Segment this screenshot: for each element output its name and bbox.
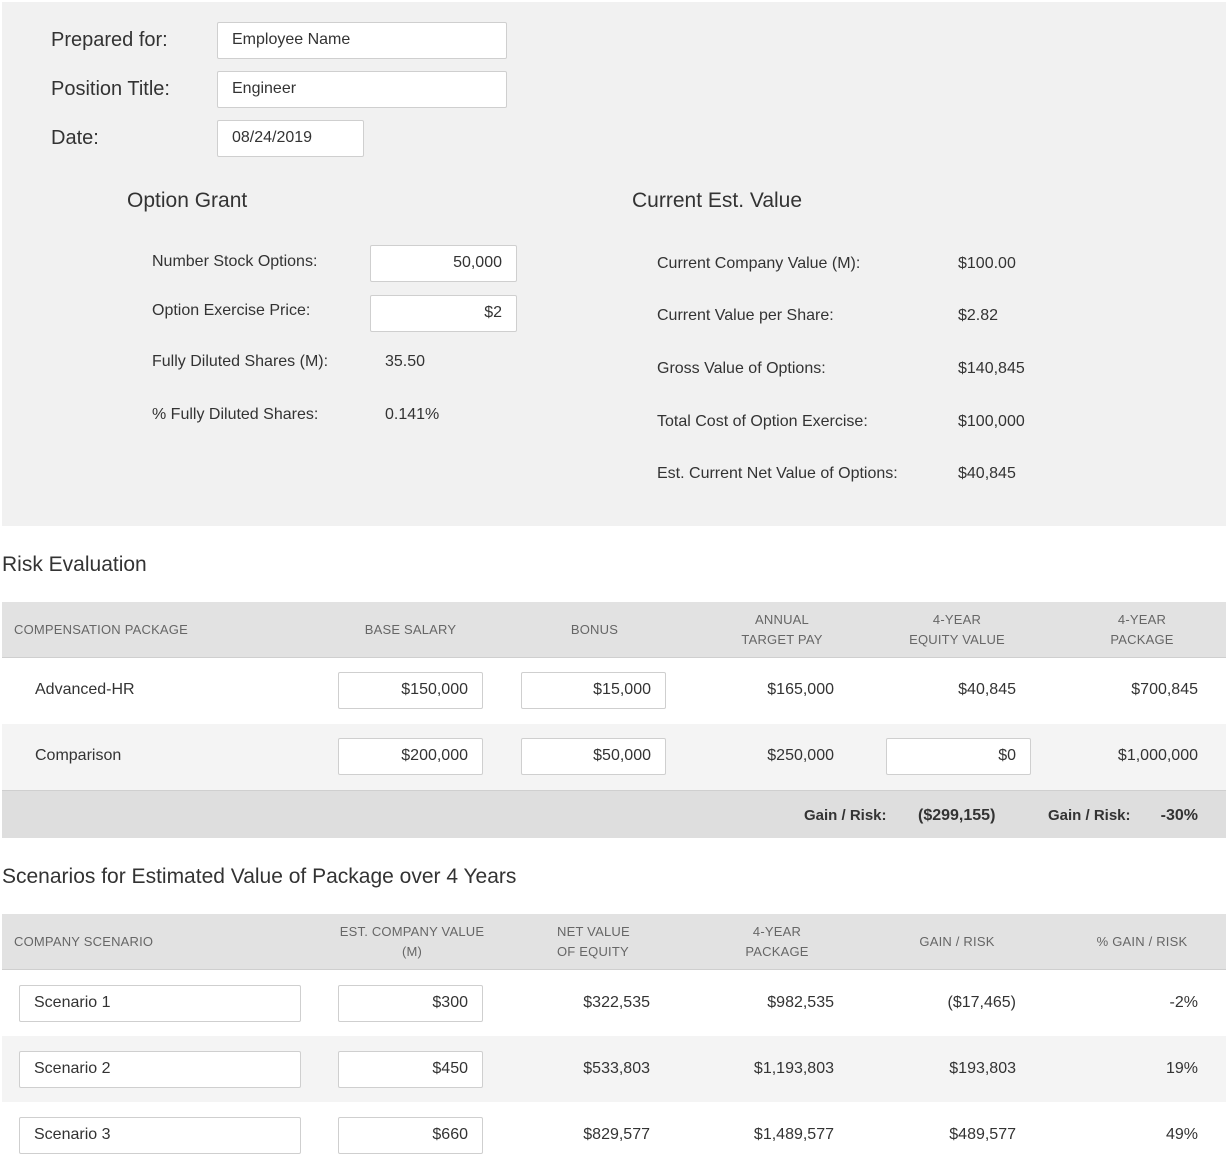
net-value-equity: $533,803 [583, 1060, 650, 1077]
four-year-package: $1,193,803 [753, 1060, 834, 1077]
number-options-input[interactable]: 50,000 [370, 245, 517, 282]
pct-gain-risk: 49% [1165, 1126, 1198, 1143]
net-value-label: Est. Current Net Value of Options: [657, 465, 898, 482]
exercise-cost-label: Total Cost of Option Exercise: [657, 413, 868, 430]
pct-gain-risk: 19% [1165, 1060, 1198, 1077]
exercise-cost-value: $100,000 [958, 413, 1025, 430]
risk-evaluation-title: Risk Evaluation [2, 553, 147, 576]
header-annual-line1: ANNUAL [755, 612, 809, 627]
header-base-salary: BASE SALARY [364, 622, 457, 637]
number-options-label: Number Stock Options: [152, 253, 318, 270]
header-package-line2: PACKAGE [745, 944, 809, 959]
net-value-value: $40,845 [958, 465, 1016, 482]
gain-risk: ($17,465) [947, 994, 1017, 1011]
value-per-share-label: Current Value per Share: [657, 307, 834, 324]
equity-value-input[interactable]: $0 [886, 738, 1031, 775]
scenario-row: Scenario 1 $300 $322,535 $982,535 ($17,4… [2, 970, 1226, 1036]
gross-value-value: $140,845 [958, 360, 1025, 377]
option-grant-title: Option Grant [127, 189, 248, 212]
gain-risk-pct-label: Gain / Risk: [1048, 807, 1131, 824]
current-value-title: Current Est. Value [632, 189, 803, 212]
header-company-value-line1: EST. COMPANY VALUE [339, 924, 485, 939]
scenario-name-input[interactable]: Scenario 1 [19, 985, 301, 1022]
header-package-line2: PACKAGE [1110, 632, 1174, 647]
bonus-input[interactable]: $50,000 [521, 738, 666, 775]
net-value-equity: $829,577 [583, 1126, 650, 1143]
header-net-equity-line2: OF EQUITY [557, 944, 629, 959]
four-year-package: $700,845 [1131, 681, 1198, 698]
gain-risk-amount: ($299,155) [918, 807, 996, 824]
header-package-line1: 4-YEAR [1117, 612, 1167, 627]
company-value-value: $100.00 [958, 255, 1016, 272]
four-year-package: $1,489,577 [753, 1126, 834, 1143]
gain-risk-pct: -30% [1160, 807, 1198, 824]
position-title-input[interactable]: Engineer [217, 71, 507, 108]
header-annual-line2: TARGET PAY [741, 632, 823, 647]
gain-risk: $489,577 [949, 1126, 1016, 1143]
header-equity-line2: EQUITY VALUE [909, 632, 1005, 647]
header-company-value-line2: (M) [401, 944, 423, 959]
date-input[interactable]: 08/24/2019 [217, 120, 364, 157]
scenario-name-input[interactable]: Scenario 3 [19, 1117, 301, 1154]
company-value-input[interactable]: $660 [338, 1117, 483, 1154]
annual-target-pay: $250,000 [767, 747, 834, 764]
bonus-input[interactable]: $15,000 [521, 672, 666, 709]
company-value-input[interactable]: $450 [338, 1051, 483, 1088]
header-company-scenario: COMPANY SCENARIO [14, 934, 154, 949]
date-label: Date: [51, 127, 99, 149]
header-equity-line1: 4-YEAR [932, 612, 982, 627]
scenarios-table-header: COMPANY SCENARIO EST. COMPANY VALUE (M) … [2, 914, 1226, 970]
risk-row-advanced-hr: Advanced-HR $150,000 $15,000 $165,000 $4… [2, 658, 1226, 724]
header-pct-gain-risk: % GAIN / RISK [1096, 934, 1188, 949]
header-bonus: BONUS [570, 622, 619, 637]
four-year-package: $982,535 [767, 994, 834, 1011]
prepared-for-label: Prepared for: [51, 29, 168, 51]
prepared-for-input[interactable]: Employee Name [217, 22, 507, 59]
package-name: Advanced-HR [35, 681, 135, 698]
scenario-row: Scenario 3 $660 $829,577 $1,489,577 $489… [2, 1102, 1226, 1168]
package-name: Comparison [35, 747, 122, 764]
position-title-label: Position Title: [51, 78, 170, 100]
risk-row-comparison: Comparison $200,000 $50,000 $250,000 $0 … [2, 724, 1226, 790]
header-gain-risk: GAIN / RISK [919, 934, 995, 949]
company-value-label: Current Company Value (M): [657, 255, 861, 272]
header-compensation-package: COMPENSATION PACKAGE [14, 622, 188, 637]
header-package-line1: 4-YEAR [752, 924, 802, 939]
equity-value: $40,845 [958, 681, 1016, 698]
value-per-share-value: $2.82 [958, 307, 999, 324]
annual-target-pay: $165,000 [767, 681, 834, 698]
gain-risk: $193,803 [949, 1060, 1016, 1077]
base-salary-input[interactable]: $150,000 [338, 672, 483, 709]
base-salary-input[interactable]: $200,000 [338, 738, 483, 775]
net-value-equity: $322,535 [583, 994, 650, 1011]
fully-diluted-value: 35.50 [385, 353, 426, 370]
scenario-row: Scenario 2 $450 $533,803 $1,193,803 $193… [2, 1036, 1226, 1102]
gross-value-label: Gross Value of Options: [657, 360, 826, 377]
fully-diluted-label: Fully Diluted Shares (M): [152, 353, 329, 370]
four-year-package: $1,000,000 [1117, 747, 1198, 764]
pct-diluted-label: % Fully Diluted Shares: [152, 406, 319, 423]
exercise-price-input[interactable]: $2 [370, 295, 517, 332]
company-value-input[interactable]: $300 [338, 985, 483, 1022]
scenario-name-input[interactable]: Scenario 2 [19, 1051, 301, 1088]
pct-gain-risk: -2% [1169, 994, 1198, 1011]
header-net-equity-line1: NET VALUE [557, 924, 630, 939]
risk-table-header: COMPENSATION PACKAGE BASE SALARY BONUS A… [2, 602, 1226, 658]
risk-gain-row: Gain / Risk: ($299,155) Gain / Risk: -30… [2, 790, 1226, 838]
exercise-price-label: Option Exercise Price: [152, 302, 311, 319]
gain-risk-label: Gain / Risk: [804, 807, 887, 824]
scenarios-title: Scenarios for Estimated Value of Package… [2, 865, 517, 888]
pct-diluted-value: 0.141% [385, 406, 440, 423]
